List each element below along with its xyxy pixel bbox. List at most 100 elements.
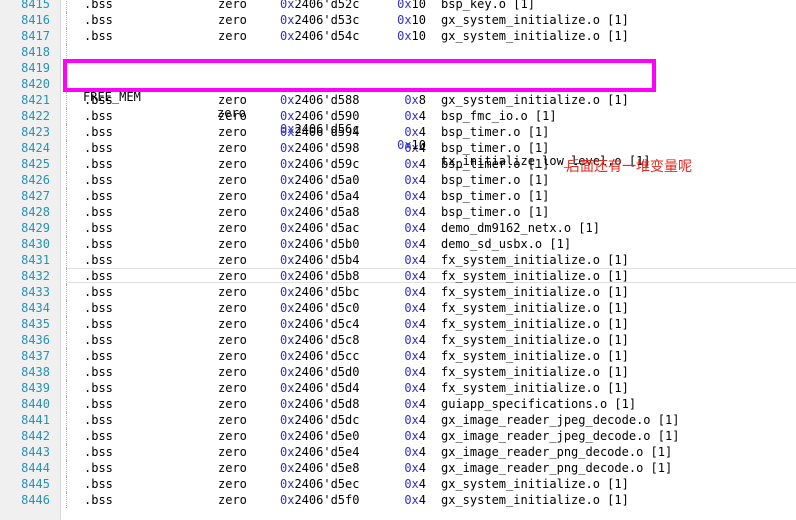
code-line[interactable]: 8422 .bss zero 0x2406'd590 0x4 bsp_fmc_io.o [… (0, 108, 796, 124)
section-address: 0x2406'd5f0 (280, 493, 360, 507)
section-type: zero (218, 125, 247, 139)
object-file: bsp_key.o [1] (441, 0, 535, 11)
line-number: 8429 (21, 221, 50, 235)
code-line[interactable]: 8434 .bss zero 0x2406'd5c0 0x4 fx_system_init… (0, 300, 796, 316)
line-number: 8422 (21, 109, 50, 123)
code-line[interactable]: 8437 .bss zero 0x2406'd5cc 0x4 fx_system_init… (0, 348, 796, 364)
section-type: zero (218, 397, 247, 411)
section-address: 0x2406'd5e0 (280, 429, 360, 443)
code-line[interactable]: 8429 .bss zero 0x2406'd5ac 0x4 demo_dm9162_ne… (0, 220, 796, 236)
section-type: zero (218, 477, 247, 491)
line-number: 8437 (21, 349, 50, 363)
section-address: 0x2406'd5a4 (280, 189, 360, 203)
code-line[interactable]: 8428 .bss zero 0x2406'd5a8 0x4 bsp_timer.o [1… (0, 204, 796, 220)
section-size: 0x4 (404, 301, 426, 315)
code-line[interactable]: 8441 .bss zero 0x2406'd5dc 0x4 gx_image_reade… (0, 412, 796, 428)
code-line[interactable]: 8438 .bss zero 0x2406'd5d0 0x4 fx_system_init… (0, 364, 796, 380)
object-file: fx_system_initialize.o [1] (441, 285, 629, 299)
fold-guide (66, 28, 67, 44)
section-name: .bss (84, 29, 113, 43)
line-number: 8427 (21, 189, 50, 203)
code-line[interactable]: 8433 .bss zero 0x2406'd5bc 0x4 fx_system_init… (0, 284, 796, 300)
section-name: .bss (84, 253, 113, 267)
section-type: zero (218, 461, 247, 475)
code-line[interactable]: 8445 .bss zero 0x2406'd5ec 0x4 gx_system_init… (0, 476, 796, 492)
section-name: .bss (84, 221, 113, 235)
fold-guide (66, 428, 67, 444)
code-line[interactable]: 8446 .bss zero 0x2406'd5f0 0x4 gx_system_init… (0, 492, 796, 508)
line-number: 8433 (21, 285, 50, 299)
line-number: 8419 (21, 61, 50, 75)
section-address: 0x2406'd5d0 (280, 365, 360, 379)
section-address: 0x2406'd52c (280, 0, 360, 11)
code-line[interactable]: 8432 .bss zero 0x2406'd5b8 0x4 fx_system_init… (0, 268, 796, 284)
code-line[interactable]: 8444 .bss zero 0x2406'd5e8 0x4 gx_image_reade… (0, 460, 796, 476)
section-address: 0x2406'd5cc (280, 349, 360, 363)
highlighted-free-mem-row: FREE_MEM zero 0x2406'd56c 0x10 tx_initia… (63, 59, 656, 168)
section-type: zero (218, 13, 247, 27)
section-size: 0x10 (397, 0, 426, 11)
section-address: 0x2406'd5c0 (280, 301, 360, 315)
section-type: zero (218, 445, 247, 459)
code-line[interactable]: 8418 (0, 44, 796, 60)
section-size: 0x4 (404, 253, 426, 267)
section-size: 0x8 (404, 93, 426, 107)
object-file: bsp_timer.o [1] (441, 189, 550, 203)
section-address: 0x2406'd59c (280, 157, 360, 171)
section-size: 0x4 (404, 333, 426, 347)
section-size: 0x10 (397, 13, 426, 27)
annotation-note: 后面还有一堆变量呢 (566, 159, 692, 175)
code-line[interactable]: 8427 .bss zero 0x2406'd5a4 0x4 bsp_timer.o [1… (0, 188, 796, 204)
section-name: .bss (84, 285, 113, 299)
code-line[interactable]: 8417 .bss zero 0x2406'd54c 0x10 gx_system_ini… (0, 28, 796, 44)
section-type: zero (218, 205, 247, 219)
object-file: bsp_timer.o [1] (441, 205, 550, 219)
object-file: bsp_timer.o [1] (441, 173, 550, 187)
code-line[interactable]: 8440 .bss zero 0x2406'd5d8 0x4 guiapp_specifi… (0, 396, 796, 412)
section-address: 0x2406'd5ec (280, 477, 360, 491)
section-type: zero (217, 106, 246, 120)
code-line[interactable]: 8439 .bss zero 0x2406'd5d4 0x4 fx_system_init… (0, 380, 796, 396)
code-line[interactable]: 8430 .bss zero 0x2406'd5b0 0x4 demo_sd_usbx.o… (0, 236, 796, 252)
section-address: 0x2406'd5d4 (280, 381, 360, 395)
code-line[interactable]: 8416 .bss zero 0x2406'd53c 0x10 gx_system_ini… (0, 12, 796, 28)
object-file: fx_system_initialize.o [1] (441, 269, 629, 283)
section-address: 0x2406'd5bc (280, 285, 360, 299)
object-file: fx_system_initialize.o [1] (441, 301, 629, 315)
line-number: 8436 (21, 333, 50, 347)
section-type: zero (218, 237, 247, 251)
fold-guide (66, 284, 67, 300)
section-name: .bss (84, 413, 113, 427)
code-line[interactable]: 8435 .bss zero 0x2406'd5c4 0x4 fx_system_init… (0, 316, 796, 332)
object-file: gx_system_initialize.o [1] (441, 29, 629, 43)
line-number: 8431 (21, 253, 50, 267)
section-name: .bss (84, 13, 113, 27)
section-size: 0x4 (404, 429, 426, 443)
section-name: .bss (84, 333, 113, 347)
code-line[interactable]: 8415 .bss zero 0x2406'd52c 0x10 bsp_key.o [1] (0, 0, 796, 12)
section-size: 0x4 (404, 285, 426, 299)
section-type: zero (218, 365, 247, 379)
section-size: 0x4 (404, 413, 426, 427)
section-size: 0x4 (404, 381, 426, 395)
line-number: 8442 (21, 429, 50, 443)
code-line[interactable]: 8431 .bss zero 0x2406'd5b4 0x4 fx_system_init… (0, 252, 796, 268)
line-number: 8438 (21, 365, 50, 379)
section-name: .bss (84, 0, 113, 11)
fold-guide (66, 220, 67, 236)
section-name: .bss (84, 477, 113, 491)
object-file: gx_image_reader_jpeg_decode.o [1] (441, 429, 680, 443)
section-size: 0x4 (404, 173, 426, 187)
section-size: 0x4 (404, 397, 426, 411)
code-line[interactable]: 8436 .bss zero 0x2406'd5c8 0x4 fx_system_init… (0, 332, 796, 348)
fold-guide (66, 0, 67, 12)
section-address: 0x2406'd598 (280, 141, 360, 155)
section-size: 0x4 (404, 221, 426, 235)
section-name: FREE_MEM (83, 90, 141, 104)
code-line[interactable]: 8442 .bss zero 0x2406'd5e0 0x4 gx_image_reade… (0, 428, 796, 444)
section-address: 0x2406'd5d8 (280, 397, 360, 411)
object-file: guiapp_specifications.o [1] (441, 397, 637, 411)
line-number: 8440 (21, 397, 50, 411)
code-line[interactable]: 8443 .bss zero 0x2406'd5e4 0x4 gx_image_reade… (0, 444, 796, 460)
section-address: 0x2406'd5ac (280, 221, 360, 235)
